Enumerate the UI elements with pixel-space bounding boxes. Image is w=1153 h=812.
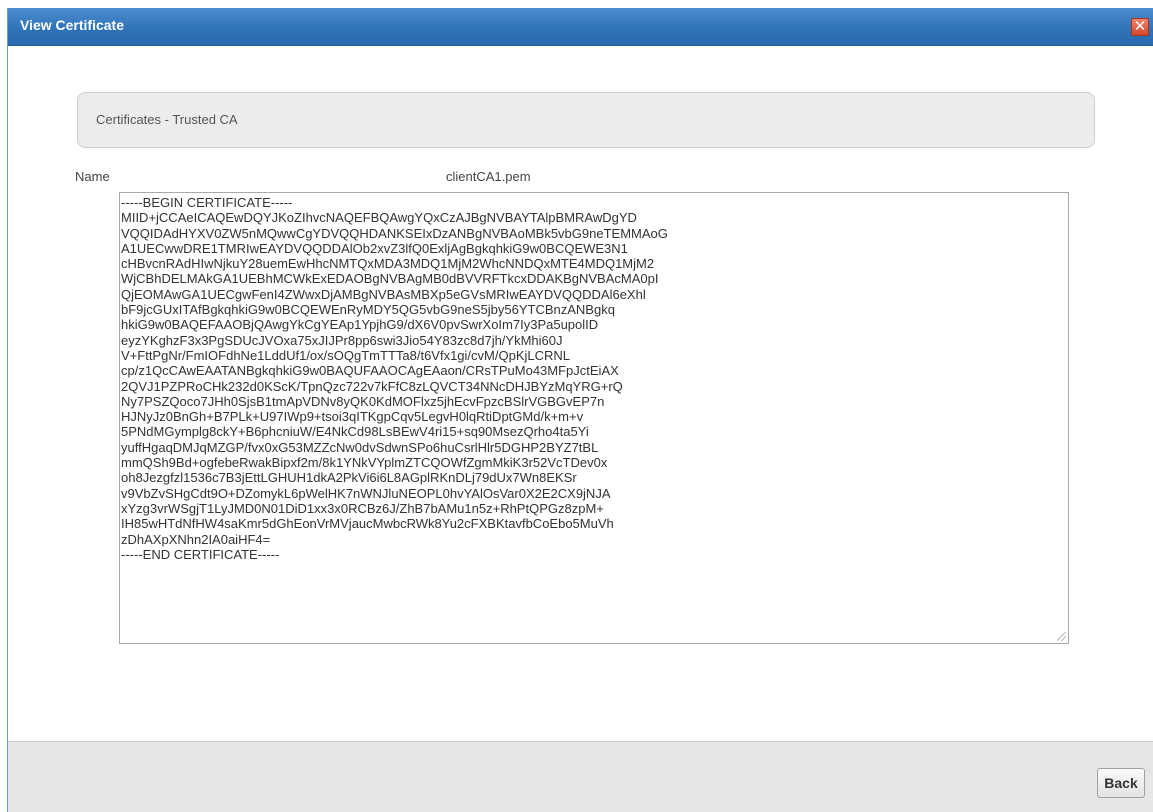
dialog-title: View Certificate — [20, 17, 125, 33]
section-title: Certificates - Trusted CA — [96, 112, 238, 127]
name-label: Name — [75, 169, 110, 184]
view-certificate-dialog: View Certificate ✕ Certificates - Truste… — [7, 8, 1153, 812]
certificate-textarea[interactable]: -----BEGIN CERTIFICATE----- MIID+jCCAeIC… — [119, 192, 1069, 644]
section-header: Certificates - Trusted CA — [77, 92, 1095, 148]
dialog-content: Certificates - Trusted CA Name clientCA1… — [8, 46, 1153, 742]
certificate-pem-text: -----BEGIN CERTIFICATE----- MIID+jCCAeIC… — [121, 195, 668, 562]
back-button[interactable]: Back — [1097, 768, 1145, 798]
certificate-name-value: clientCA1.pem — [446, 169, 531, 184]
resize-grip-icon[interactable] — [1057, 632, 1066, 641]
close-icon[interactable]: ✕ — [1131, 18, 1149, 36]
page-top-strip — [0, 0, 1153, 8]
dialog-footer: Back — [8, 741, 1153, 812]
dialog-titlebar: View Certificate ✕ — [8, 8, 1153, 46]
